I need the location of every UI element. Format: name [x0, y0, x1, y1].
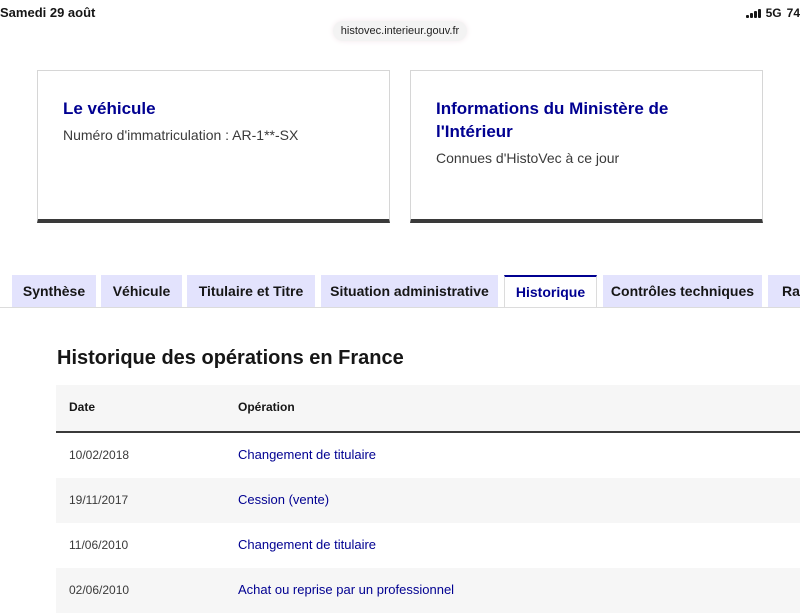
tab-partial[interactable]: Rap — [768, 275, 800, 307]
signal-icon — [745, 8, 761, 18]
battery-level: 74 — [786, 6, 800, 20]
operations-table: Date Opération 10/02/2018 Changement de … — [56, 385, 800, 613]
vehicle-card: Le véhicule Numéro d'immatriculation : A… — [37, 70, 390, 223]
ministry-card-title: Informations du Ministère de l'Intérieur — [436, 99, 669, 141]
header-date: Date — [69, 400, 96, 414]
row-operation: Changement de titulaire — [238, 537, 377, 552]
tab-panel-border — [0, 307, 800, 308]
tab-synthese[interactable]: Synthèse — [12, 275, 96, 307]
row-date: 11/06/2010 — [69, 538, 129, 552]
table-header: Date Opération — [56, 385, 800, 433]
tab-situation-administrative[interactable]: Situation administrative — [321, 275, 498, 307]
tab-bar: Synthèse Véhicule Titulaire et Titre Sit… — [0, 275, 800, 308]
row-date: 02/06/2010 — [69, 583, 130, 597]
header-operation: Opération — [238, 400, 295, 414]
section-title: Historique des opérations en France — [57, 347, 404, 369]
table-row: 02/06/2010 Achat ou reprise par un profe… — [56, 568, 800, 613]
tab-historique[interactable]: Historique — [504, 275, 597, 308]
tab-titulaire[interactable]: Titulaire et Titre — [187, 275, 315, 307]
tab-vehicule[interactable]: Véhicule — [101, 275, 182, 307]
row-date: 19/11/2017 — [69, 493, 129, 507]
table-row: 19/11/2017 Cession (vente) — [56, 478, 800, 523]
registration-number: Numéro d'immatriculation : AR-1**-SX — [63, 127, 299, 143]
row-operation: Cession (vente) — [238, 492, 330, 507]
tab-controles-techniques[interactable]: Contrôles techniques — [603, 275, 762, 307]
network-label: 5G — [765, 6, 782, 20]
table-row: 10/02/2018 Changement de titulaire — [56, 433, 800, 478]
table-row: 11/06/2010 Changement de titulaire — [56, 523, 800, 568]
row-operation: Changement de titulaire — [238, 447, 377, 462]
ministry-card-text: Connues d'HistoVec à ce jour — [436, 150, 620, 166]
status-indicators: 5G 74 — [745, 6, 800, 20]
row-date: 10/02/2018 — [69, 448, 130, 462]
ministry-card: Informations du Ministère de l'Intérieur… — [410, 70, 763, 223]
address-bar[interactable]: histovec.interieur.gouv.fr — [333, 21, 467, 41]
status-date: Samedi 29 août — [0, 5, 96, 20]
vehicle-card-title: Le véhicule — [63, 99, 156, 118]
row-operation: Achat ou reprise par un professionnel — [238, 582, 455, 597]
